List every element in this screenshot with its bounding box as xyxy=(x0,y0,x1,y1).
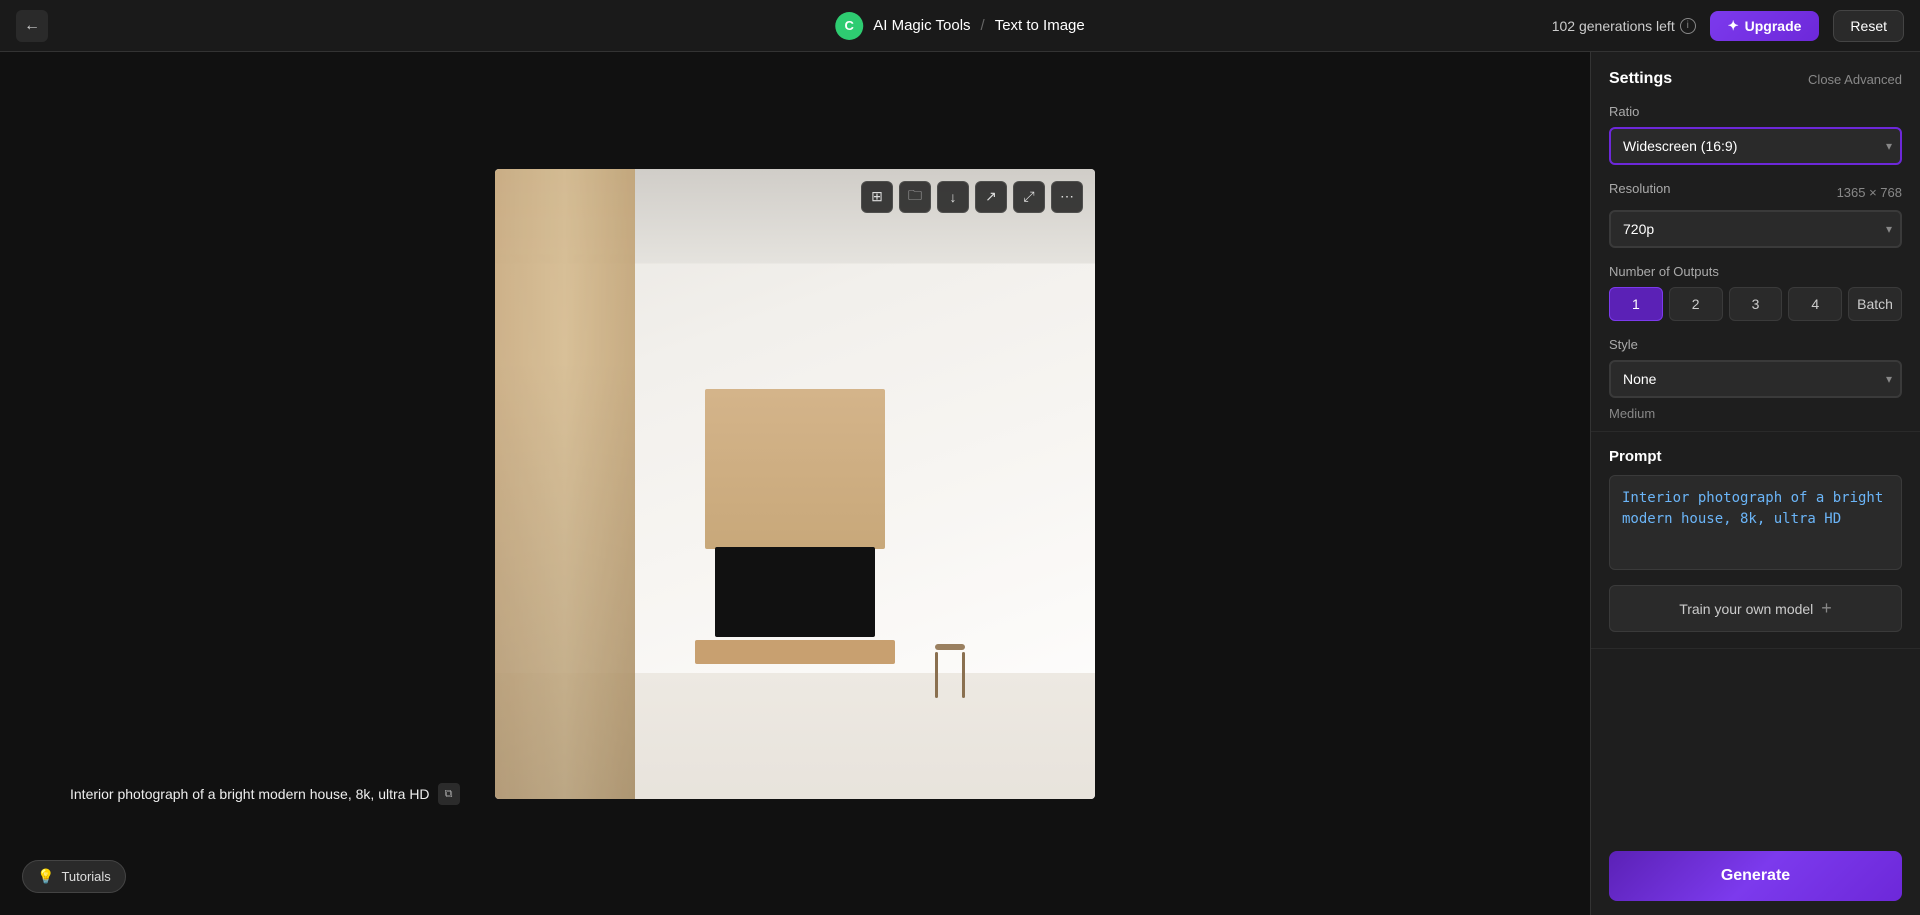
tv-cabinet xyxy=(705,389,885,549)
output-btn-3[interactable]: 3 xyxy=(1729,287,1783,321)
resolution-select-wrapper: 720p 1080p 4K ▾ xyxy=(1609,210,1902,248)
image-container: ⊞ 🗀 ↓ ↗ ⤢ ⋯ xyxy=(495,169,1095,799)
back-button[interactable]: ← xyxy=(16,10,48,42)
info-icon[interactable]: i xyxy=(1680,18,1696,34)
output-btn-2[interactable]: 2 xyxy=(1669,287,1723,321)
prompt-title: Prompt xyxy=(1609,448,1902,465)
generate-section: Generate xyxy=(1591,837,1920,915)
resolution-row: Resolution 1365 × 768 xyxy=(1609,181,1902,204)
output-buttons-group: 1 2 3 4 Batch xyxy=(1609,287,1902,321)
resolution-label: Resolution xyxy=(1609,181,1670,196)
train-model-button[interactable]: Train your own model + xyxy=(1609,585,1902,632)
settings-title: Settings xyxy=(1609,70,1672,88)
bulb-icon: 💡 xyxy=(37,868,54,885)
generation-count: 102 generations left i xyxy=(1552,18,1696,34)
right-panel: Settings Close Advanced Ratio Widescreen… xyxy=(1590,52,1920,915)
folder-button[interactable]: 🗀 xyxy=(899,181,931,213)
medium-label: Medium xyxy=(1609,406,1902,421)
stool-top xyxy=(935,644,965,650)
stool-leg xyxy=(962,652,965,698)
output-btn-1[interactable]: 1 xyxy=(1609,287,1663,321)
app-name: AI Magic Tools xyxy=(873,17,970,34)
download-button[interactable]: ↓ xyxy=(937,181,969,213)
settings-header: Settings Close Advanced xyxy=(1609,70,1902,88)
breadcrumb-separator: / xyxy=(981,17,985,34)
copy-caption-button[interactable]: ⧉ xyxy=(438,783,460,805)
stool-leg xyxy=(935,652,938,698)
stool-legs xyxy=(935,652,965,698)
star-icon: ✦ xyxy=(1728,18,1739,34)
more-options-button[interactable]: ⋯ xyxy=(1051,181,1083,213)
tv-screen xyxy=(715,547,875,637)
prompt-section: Prompt Interior photograph of a bright m… xyxy=(1591,432,1920,649)
ratio-select-wrapper: Widescreen (16:9) Square (1:1) Portrait … xyxy=(1609,127,1902,165)
outputs-label: Number of Outputs xyxy=(1609,264,1902,279)
generated-image xyxy=(495,169,1095,799)
header-right: 102 generations left i ✦ Upgrade Reset xyxy=(1552,10,1904,42)
stool xyxy=(935,644,965,699)
reset-button[interactable]: Reset xyxy=(1833,10,1904,42)
style-select[interactable]: None Photorealistic Anime Oil Painting xyxy=(1609,360,1902,398)
tutorials-button[interactable]: 💡 Tutorials xyxy=(22,860,126,893)
resolution-select[interactable]: 720p 1080p 4K xyxy=(1609,210,1902,248)
ratio-select[interactable]: Widescreen (16:9) Square (1:1) Portrait … xyxy=(1609,127,1902,165)
image-caption: Interior photograph of a bright modern h… xyxy=(70,783,460,805)
tv-stand xyxy=(695,640,895,664)
generate-button[interactable]: Generate xyxy=(1609,851,1902,901)
tv-unit xyxy=(695,389,895,664)
style-select-wrapper: None Photorealistic Anime Oil Painting ▾ xyxy=(1609,360,1902,398)
page-name: Text to Image xyxy=(995,17,1085,34)
header: ← C AI Magic Tools / Text to Image 102 g… xyxy=(0,0,1920,52)
image-panel: ⊞ 🗀 ↓ ↗ ⤢ ⋯ Interior photograph of a bri… xyxy=(0,52,1590,915)
wooden-panel xyxy=(495,169,635,799)
output-btn-4[interactable]: 4 xyxy=(1788,287,1842,321)
header-center: C AI Magic Tools / Text to Image xyxy=(835,12,1084,40)
style-label: Style xyxy=(1609,337,1902,352)
train-plus-icon: + xyxy=(1821,598,1832,619)
save-image-button[interactable]: ⊞ xyxy=(861,181,893,213)
upgrade-button[interactable]: ✦ Upgrade xyxy=(1710,11,1820,41)
back-icon: ← xyxy=(24,17,40,35)
resolution-value: 1365 × 768 xyxy=(1837,185,1902,200)
expand-button[interactable]: ⤢ xyxy=(1013,181,1045,213)
close-advanced-button[interactable]: Close Advanced xyxy=(1808,72,1902,87)
image-toolbar: ⊞ 🗀 ↓ ↗ ⤢ ⋯ xyxy=(861,181,1083,213)
ratio-label: Ratio xyxy=(1609,104,1902,119)
output-btn-batch[interactable]: Batch xyxy=(1848,287,1902,321)
caption-text: Interior photograph of a bright modern h… xyxy=(70,786,430,802)
settings-section: Settings Close Advanced Ratio Widescreen… xyxy=(1591,52,1920,432)
main-content: ⊞ 🗀 ↓ ↗ ⤢ ⋯ Interior photograph of a bri… xyxy=(0,52,1920,915)
prompt-input[interactable]: Interior photograph of a bright modern h… xyxy=(1609,475,1902,570)
train-model-label: Train your own model xyxy=(1679,601,1813,617)
share-button[interactable]: ↗ xyxy=(975,181,1007,213)
tutorials-label: Tutorials xyxy=(61,869,110,884)
avatar: C xyxy=(835,12,863,40)
